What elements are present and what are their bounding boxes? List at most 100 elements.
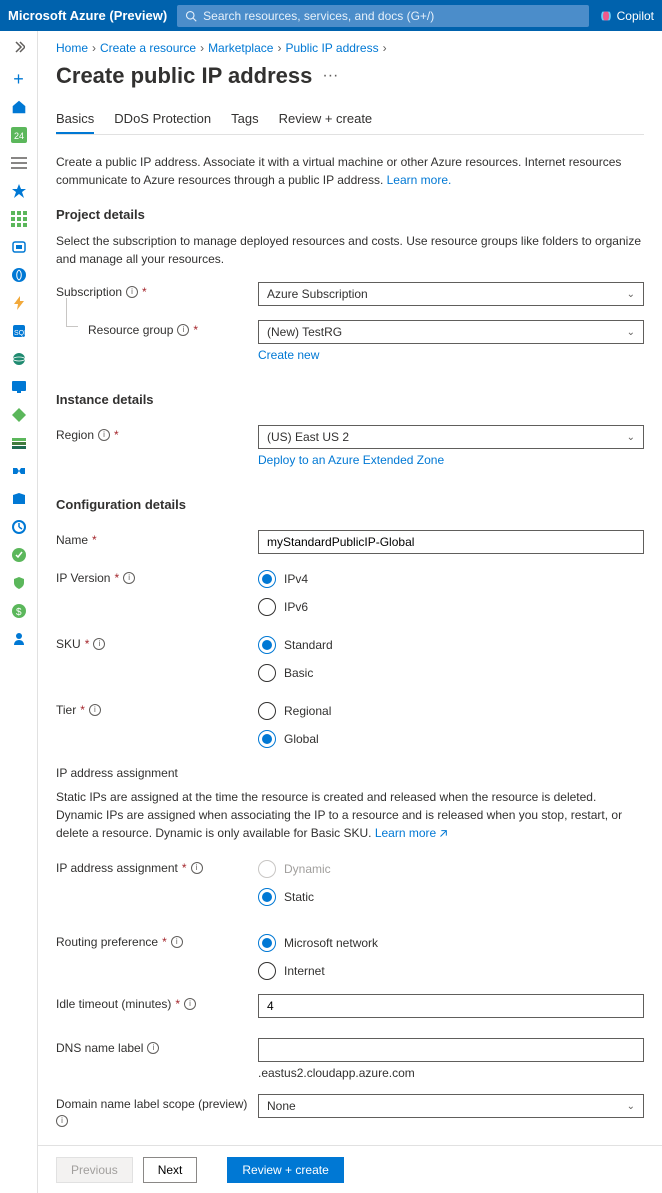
crumb-create[interactable]: Create a resource xyxy=(100,41,196,55)
name-input[interactable] xyxy=(258,530,644,554)
instance-details-heading: Instance details xyxy=(56,392,644,407)
search-box[interactable]: Search resources, services, and docs (G+… xyxy=(177,5,588,27)
cosmos-db-icon[interactable] xyxy=(7,347,31,371)
dns-suffix: .eastus2.cloudapp.azure.com xyxy=(258,1066,644,1080)
idle-timeout-input[interactable] xyxy=(258,994,644,1018)
create-resource-icon[interactable]: + xyxy=(7,67,31,91)
intro-learn-more-link[interactable]: Learn more. xyxy=(387,173,452,187)
required-mark: * xyxy=(142,285,147,299)
more-icon[interactable]: ··· xyxy=(322,67,338,85)
chevron-down-icon: ⌄ xyxy=(627,327,635,338)
assign-static-radio[interactable]: Static xyxy=(258,888,644,906)
favorites-icon[interactable] xyxy=(7,179,31,203)
sql-databases-icon[interactable]: SQL xyxy=(7,319,31,343)
chevron-down-icon: ⌄ xyxy=(627,1101,635,1112)
breadcrumb: Home› Create a resource› Marketplace› Pu… xyxy=(56,41,644,55)
search-icon xyxy=(185,10,197,22)
info-icon[interactable]: i xyxy=(126,286,138,298)
copilot-button[interactable]: Copilot xyxy=(599,9,654,23)
config-details-heading: Configuration details xyxy=(56,497,644,512)
resource-group-label: Resource group xyxy=(88,323,173,337)
domain-scope-select[interactable]: None ⌄ xyxy=(258,1094,644,1118)
virtual-networks-icon[interactable] xyxy=(7,459,31,483)
name-label: Name xyxy=(56,533,88,547)
next-button[interactable]: Next xyxy=(143,1157,198,1183)
sku-basic-label: Basic xyxy=(284,666,313,680)
expand-rail-button[interactable] xyxy=(7,35,31,59)
idle-timeout-field[interactable] xyxy=(267,999,635,1013)
monitor-icon[interactable] xyxy=(7,515,31,539)
virtual-machines-icon[interactable] xyxy=(7,375,31,399)
tab-review[interactable]: Review + create xyxy=(279,105,373,134)
advisor-icon[interactable] xyxy=(7,543,31,567)
function-apps-icon[interactable] xyxy=(7,291,31,315)
info-icon[interactable]: i xyxy=(147,1042,159,1054)
dashboard-icon[interactable]: 24 xyxy=(7,123,31,147)
tab-tags[interactable]: Tags xyxy=(231,105,258,134)
tab-ddos[interactable]: DDoS Protection xyxy=(114,105,211,134)
crumb-marketplace[interactable]: Marketplace xyxy=(208,41,273,55)
tier-regional-label: Regional xyxy=(284,704,331,718)
ip-assignment-heading: IP address assignment xyxy=(56,766,644,780)
info-icon[interactable]: i xyxy=(177,324,189,336)
tier-regional-radio[interactable]: Regional xyxy=(258,702,644,720)
resource-group-value: (New) TestRG xyxy=(267,325,342,339)
routing-ms-radio[interactable]: Microsoft network xyxy=(258,934,644,952)
azure-ad-icon[interactable] xyxy=(7,487,31,511)
tab-basics[interactable]: Basics xyxy=(56,105,94,134)
storage-accounts-icon[interactable] xyxy=(7,431,31,455)
info-icon[interactable]: i xyxy=(123,572,135,584)
resource-groups-icon[interactable] xyxy=(7,235,31,259)
tier-global-radio[interactable]: Global xyxy=(258,730,644,748)
extended-zone-link[interactable]: Deploy to an Azure Extended Zone xyxy=(258,453,444,467)
crumb-public-ip[interactable]: Public IP address xyxy=(285,41,378,55)
assign-dynamic-radio: Dynamic xyxy=(258,860,644,878)
dns-field[interactable] xyxy=(267,1043,635,1057)
subscription-select[interactable]: Azure Subscription ⌄ xyxy=(258,282,644,306)
ip-assignment-desc: Static IPs are assigned at the time the … xyxy=(56,788,644,844)
sku-standard-radio[interactable]: Standard xyxy=(258,636,644,654)
svg-text:$: $ xyxy=(16,607,22,618)
required-mark: * xyxy=(80,703,85,717)
idle-timeout-label: Idle timeout (minutes) xyxy=(56,997,171,1011)
info-icon[interactable]: i xyxy=(98,429,110,441)
info-icon[interactable]: i xyxy=(93,638,105,650)
create-new-rg-link[interactable]: Create new xyxy=(258,348,319,362)
required-mark: * xyxy=(114,428,119,442)
chevron-down-icon: ⌄ xyxy=(627,432,635,443)
required-mark: * xyxy=(175,997,180,1011)
home-icon[interactable] xyxy=(7,95,31,119)
sku-standard-label: Standard xyxy=(284,638,333,652)
ip-assign-learn-link[interactable]: Learn more xyxy=(375,826,436,840)
help-support-icon[interactable] xyxy=(7,627,31,651)
cost-management-icon[interactable]: $ xyxy=(7,599,31,623)
name-input-field[interactable] xyxy=(267,535,635,549)
required-mark: * xyxy=(114,571,119,585)
routing-internet-radio[interactable]: Internet xyxy=(258,962,644,980)
ipv4-radio[interactable]: IPv4 xyxy=(258,570,644,588)
domain-scope-label: Domain name label scope (preview) xyxy=(56,1097,247,1111)
subscription-label: Subscription xyxy=(56,285,122,299)
crumb-home[interactable]: Home xyxy=(56,41,88,55)
region-select[interactable]: (US) East US 2 ⌄ xyxy=(258,425,644,449)
sku-basic-radio[interactable]: Basic xyxy=(258,664,644,682)
tab-strip: Basics DDoS Protection Tags Review + cre… xyxy=(56,105,644,135)
all-services-icon[interactable] xyxy=(7,151,31,175)
app-services-icon[interactable] xyxy=(7,263,31,287)
info-icon[interactable]: i xyxy=(89,704,101,716)
top-bar: Microsoft Azure (Preview) Search resourc… xyxy=(0,0,662,31)
info-icon[interactable]: i xyxy=(191,862,203,874)
review-create-button[interactable]: Review + create xyxy=(227,1157,343,1183)
info-icon[interactable]: i xyxy=(184,998,196,1010)
tier-global-label: Global xyxy=(284,732,319,746)
defender-icon[interactable] xyxy=(7,571,31,595)
ipv6-radio[interactable]: IPv6 xyxy=(258,598,644,616)
info-icon[interactable]: i xyxy=(56,1115,68,1127)
tier-label: Tier xyxy=(56,703,76,717)
dns-input[interactable] xyxy=(258,1038,644,1062)
brand-label[interactable]: Microsoft Azure (Preview) xyxy=(8,8,167,23)
info-icon[interactable]: i xyxy=(171,936,183,948)
load-balancers-icon[interactable] xyxy=(7,403,31,427)
resource-group-select[interactable]: (New) TestRG ⌄ xyxy=(258,320,644,344)
all-resources-icon[interactable] xyxy=(7,207,31,231)
